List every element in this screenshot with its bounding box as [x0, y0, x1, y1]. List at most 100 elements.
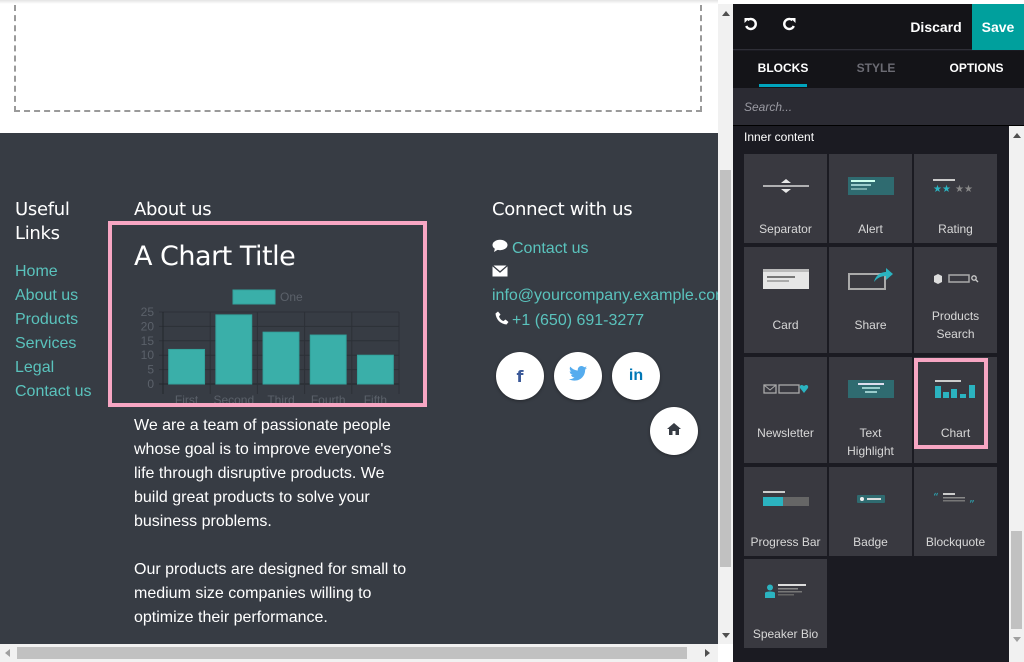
- legend-label: One: [280, 290, 303, 304]
- comment-icon: [492, 236, 512, 260]
- bar-second: [215, 314, 253, 385]
- canvas-horizontal-scrollbar[interactable]: [0, 644, 718, 662]
- block-share[interactable]: Share: [829, 247, 912, 353]
- block-text-highlight[interactable]: Text Highlight: [829, 357, 912, 463]
- block-chart[interactable]: Chart: [914, 357, 997, 463]
- block-label: Share: [854, 318, 887, 332]
- scroll-up-arrow-icon[interactable]: [722, 11, 730, 16]
- bar-chart[interactable]: 0510152025 First Second Third Fourth Fifth O…: [112, 283, 423, 403]
- y-tick-label: 5: [147, 363, 154, 377]
- panel-scroll-thumb[interactable]: [1011, 531, 1022, 629]
- block-label: Chart: [940, 426, 971, 440]
- scroll-left-arrow-icon[interactable]: [5, 649, 10, 657]
- about-paragraph-1: We are a team of passionate people whose…: [134, 417, 392, 530]
- x-tick-label: First: [175, 393, 199, 403]
- block-badge[interactable]: Badge: [829, 467, 912, 556]
- block-speaker-bio[interactable]: Speaker Bio: [744, 559, 827, 648]
- undo-icon[interactable]: [744, 16, 758, 36]
- email-icon-row: [492, 260, 512, 285]
- phone-row: +1 (650) 691-3277: [492, 308, 644, 333]
- chart-bars: [168, 314, 394, 385]
- contact-us-link[interactable]: Contact us: [512, 240, 588, 257]
- block-label: Alert: [858, 222, 883, 236]
- editor-panel: Discard Save BLOCKS STYLE OPTIONS Inner …: [733, 4, 1024, 662]
- y-tick-label: 20: [141, 319, 155, 333]
- svg-text:★★: ★★: [955, 184, 973, 193]
- text-highlight-icon: [829, 377, 912, 401]
- tab-style[interactable]: STYLE: [833, 51, 919, 88]
- about-paragraph-2: Our products are designed for small to m…: [134, 561, 407, 626]
- block-label: Card: [772, 318, 799, 332]
- y-tick-label: 25: [141, 305, 155, 319]
- twitter-icon: [569, 366, 587, 386]
- panel-scroll-down-arrow-icon[interactable]: [1013, 637, 1021, 642]
- block-blockquote[interactable]: “” Blockquote: [914, 467, 997, 556]
- footer-link-home[interactable]: Home: [15, 260, 91, 284]
- bar-third: [262, 331, 300, 385]
- tab-options[interactable]: OPTIONS: [929, 51, 1024, 88]
- chart-y-tick-labels: 0510152025: [141, 305, 155, 391]
- block-products-search[interactable]: Products Search: [914, 247, 997, 353]
- newsletter-icon: [744, 377, 827, 401]
- block-label-line1: Text: [859, 426, 882, 440]
- x-tick-label: Third: [267, 393, 294, 403]
- canvas-vertical-scroll-thumb[interactable]: [720, 170, 731, 567]
- footer-link-about-us[interactable]: About us: [15, 284, 91, 308]
- about-us-text: We are a team of passionate people whose…: [134, 414, 414, 644]
- linkedin-button[interactable]: in: [612, 352, 660, 400]
- facebook-icon: f: [516, 366, 524, 386]
- bar-fifth: [356, 354, 394, 385]
- block-label: Rating: [938, 222, 973, 236]
- home-icon: [667, 422, 681, 440]
- speaker-bio-icon: [744, 579, 827, 603]
- discard-button[interactable]: Discard: [901, 4, 971, 50]
- block-label: Progress Bar: [750, 535, 821, 549]
- footer-link-legal[interactable]: Legal: [15, 356, 91, 380]
- useful-links-title: Useful Links: [15, 198, 70, 246]
- footer-link-products[interactable]: Products: [15, 308, 91, 332]
- y-tick-label: 15: [141, 334, 155, 348]
- home-button[interactable]: [650, 407, 698, 455]
- canvas-top-shadow: [0, 0, 718, 4]
- blocks-search-input[interactable]: [733, 88, 1024, 125]
- tab-blocks[interactable]: BLOCKS: [733, 51, 833, 88]
- chart-title[interactable]: A Chart Title: [134, 237, 296, 277]
- block-card[interactable]: Card: [744, 247, 827, 353]
- panel-scrollbar[interactable]: [1009, 126, 1024, 662]
- empty-dropzone[interactable]: [14, 5, 702, 112]
- scroll-right-arrow-icon[interactable]: [705, 649, 710, 657]
- connect-title: Connect with us: [492, 199, 633, 220]
- block-label: Products Search: [931, 309, 980, 341]
- footer-link-contact-us[interactable]: Contact us: [15, 380, 91, 404]
- block-newsletter[interactable]: Newsletter: [744, 357, 827, 463]
- card-icon: [744, 267, 827, 291]
- canvas-horizontal-scroll-thumb[interactable]: [17, 647, 687, 659]
- panel-scroll-up-arrow-icon[interactable]: [1013, 133, 1021, 138]
- linkedin-icon: in: [628, 367, 644, 384]
- chart-legend: One: [232, 289, 303, 305]
- email-row: info@yourcompany.example.com: [492, 284, 718, 308]
- share-icon: [829, 267, 912, 291]
- products-search-icon: [914, 267, 997, 291]
- redo-icon[interactable]: [782, 16, 796, 36]
- twitter-button[interactable]: [554, 352, 602, 400]
- footer-link-services[interactable]: Services: [15, 332, 91, 356]
- facebook-button[interactable]: f: [496, 352, 544, 400]
- svg-text:★★: ★★: [933, 184, 951, 193]
- website-canvas: Useful Links Home About us Products Serv…: [0, 0, 733, 662]
- block-progress-bar[interactable]: Progress Bar: [744, 467, 827, 556]
- block-alert[interactable]: Alert: [829, 154, 912, 243]
- envelope-icon: [492, 260, 512, 284]
- blocks-list: Inner content Separator Alert ★★ ★★ Ratin…: [733, 126, 1009, 662]
- useful-links-list: Home About us Products Services Legal Co…: [15, 260, 91, 404]
- contact-us-row: Contact us: [492, 236, 588, 261]
- scroll-down-arrow-icon[interactable]: [722, 633, 730, 638]
- block-separator[interactable]: Separator: [744, 154, 827, 243]
- badge-icon: [829, 487, 912, 511]
- block-rating[interactable]: ★★ ★★ Rating: [914, 154, 997, 243]
- phone-link[interactable]: +1 (650) 691-3277: [512, 312, 644, 329]
- canvas-vertical-scrollbar[interactable]: [718, 4, 733, 644]
- y-tick-label: 10: [141, 348, 155, 362]
- save-button[interactable]: Save: [972, 4, 1024, 50]
- email-link[interactable]: info@yourcompany.example.com: [492, 284, 718, 308]
